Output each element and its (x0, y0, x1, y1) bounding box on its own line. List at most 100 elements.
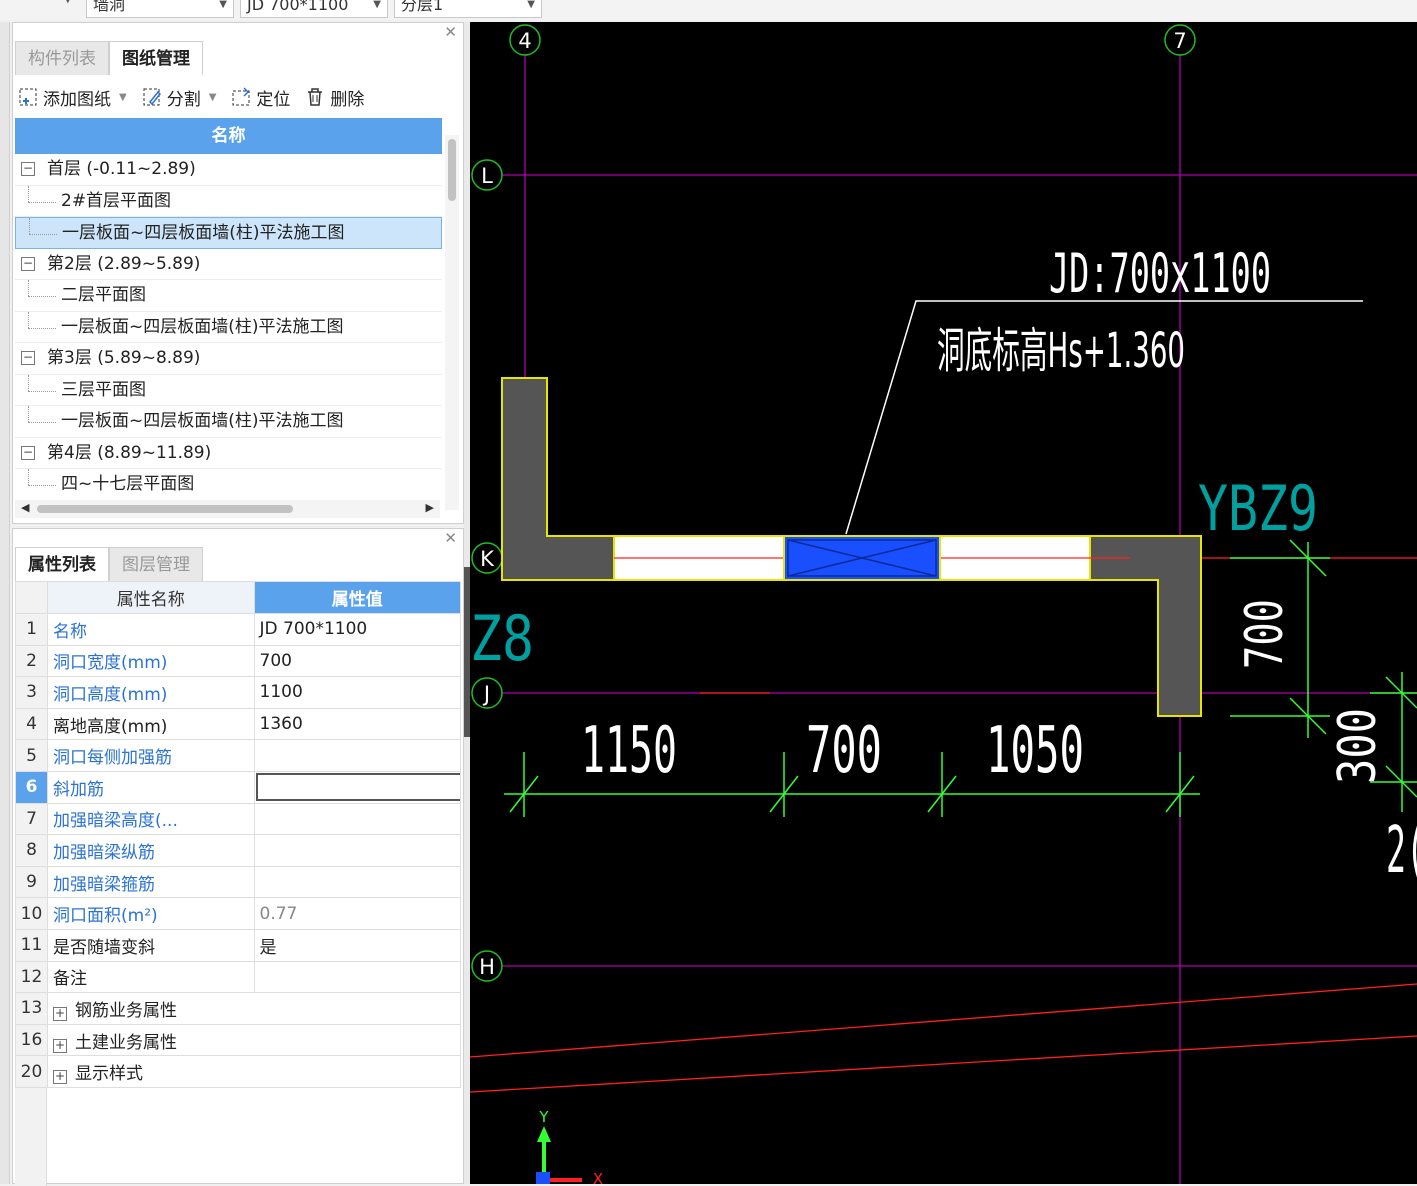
property-name-label: 斜加筋 (53, 779, 104, 800)
chevron-down-icon[interactable]: ▼ (119, 92, 127, 103)
property-row[interactable]: 11 是否随墙变斜 是 (15, 928, 461, 962)
tab-property-list[interactable]: 属性列表 (15, 547, 109, 581)
close-icon[interactable]: ✕ (444, 23, 457, 41)
property-name: 洞口每侧加强筋 (47, 739, 255, 772)
delete-button[interactable]: 删除 (304, 85, 364, 110)
tree-item-label: 首层 (-0.11~2.89) (47, 159, 196, 179)
red-line (470, 1035, 1417, 1093)
property-row[interactable]: 16 + 土建业务属性 (15, 1023, 461, 1057)
axis-label-L: L (481, 164, 493, 188)
property-value[interactable]: 1100 (253, 676, 461, 709)
property-name: + 显示样式 (47, 1055, 461, 1088)
vertical-scrollbar[interactable] (445, 135, 459, 510)
split-button[interactable]: 分割 ▼ (141, 85, 217, 110)
tree-item-label: 三层平面图 (61, 379, 146, 400)
tree-group-floor[interactable]: − 首层 (-0.11~2.89) (15, 154, 442, 186)
column-label-z8: Z8 (470, 602, 534, 675)
wall-opening[interactable] (783, 535, 941, 581)
property-value[interactable] (253, 739, 461, 772)
tree-item-drawing[interactable]: 一层板面~四层板面墙(柱)平法施工图 (15, 217, 442, 249)
locate-label: 定位 (256, 89, 291, 110)
property-row[interactable]: 9 加强暗梁箍筋 (15, 865, 461, 899)
tree-item-drawing[interactable]: 四~十七层平面图 (15, 469, 442, 500)
property-value[interactable]: 700 (253, 644, 461, 678)
left-wall-column[interactable] (501, 377, 615, 581)
chevron-down-icon[interactable]: ▼ (209, 92, 217, 103)
scroll-left-icon[interactable]: ◀ (21, 501, 29, 514)
component-name-select[interactable]: JD 700*1100 ▼ (240, 0, 388, 18)
property-name-label: 洞口宽度(mm) (53, 653, 168, 674)
tree-item-drawing[interactable]: 三层平面图 (15, 374, 442, 406)
property-name: 加强暗梁纵筋 (47, 834, 255, 867)
scrollbar-thumb[interactable] (37, 505, 293, 513)
scroll-right-icon[interactable]: ▶ (426, 501, 434, 514)
horizontal-scrollbar[interactable]: ◀ ▶ (15, 500, 440, 518)
property-name: 斜加筋 (47, 770, 255, 804)
axis-bubbles (471, 24, 1196, 982)
property-name-label: 加强暗梁纵筋 (53, 842, 155, 863)
property-value[interactable]: 1360 (253, 707, 461, 741)
close-icon[interactable]: ✕ (444, 529, 457, 547)
property-row[interactable]: 8 加强暗梁纵筋 (15, 834, 461, 867)
expand-icon[interactable]: + (53, 1006, 67, 1021)
property-value[interactable]: 0.77 (253, 897, 461, 930)
property-row[interactable]: 5 洞口每侧加强筋 (15, 739, 461, 772)
property-value[interactable]: 是 (253, 928, 461, 962)
drawing-toolbar: 添加图纸 ▼ 分割 ▼ 定位 删除 (17, 81, 378, 113)
ucs-y-arrow (537, 1126, 551, 1142)
property-name: + 土建业务属性 (47, 1023, 461, 1057)
cad-canvas[interactable]: 4 7 L K J H JD:700x1100 洞底标高Hs+1.360 YBZ… (470, 22, 1417, 1184)
tree-item-drawing[interactable]: 一层板面~四层板面墙(柱)平法施工图 (15, 311, 442, 343)
tab-component-list[interactable]: 构件列表 (15, 41, 109, 75)
property-row[interactable]: 4 离地高度(mm) 1360 (15, 707, 461, 741)
cad-drawing[interactable]: 4 7 L K J H JD:700x1100 洞底标高Hs+1.360 YBZ… (470, 22, 1417, 1184)
chevron-down-icon[interactable]: ▼ (64, 0, 72, 5)
scrollbar-thumb[interactable] (448, 139, 456, 201)
collapse-icon[interactable]: − (21, 351, 35, 365)
property-value[interactable] (253, 770, 461, 804)
locate-button[interactable]: 定位 (230, 85, 290, 110)
property-value[interactable]: JD 700*1100 (253, 613, 461, 646)
top-toolbar: ▼ 墙洞 ▼ JD 700*1100 ▼ 分层1 ▼ (0, 0, 1417, 20)
property-row[interactable]: 2 洞口宽度(mm) 700 (15, 644, 461, 678)
add-drawing-button[interactable]: 添加图纸 ▼ (17, 85, 127, 110)
property-value[interactable] (253, 802, 461, 836)
expand-icon[interactable]: + (53, 1070, 67, 1085)
tree-item-drawing[interactable]: 2#首层平面图 (15, 185, 442, 217)
property-value-input[interactable] (255, 773, 460, 802)
tree-group-floor[interactable]: − 第3层 (5.89~8.89) (15, 343, 442, 375)
property-name-label: 显示样式 (75, 1064, 143, 1085)
property-row[interactable]: 3 洞口高度(mm) 1100 (15, 676, 461, 709)
row-number: 13 (15, 992, 48, 1025)
expand-icon[interactable]: + (53, 1038, 67, 1053)
tab-layer-management[interactable]: 图层管理 (109, 547, 203, 581)
property-row[interactable]: 20 + 显示样式 (15, 1055, 461, 1088)
right-wall-column[interactable] (1089, 535, 1202, 717)
axis-label-K: K (480, 547, 495, 571)
property-row[interactable]: 10 洞口面积(m²) 0.77 (15, 897, 461, 930)
tab-drawing-management[interactable]: 图纸管理 (109, 41, 203, 75)
property-value[interactable] (253, 865, 461, 899)
row-number: 12 (15, 960, 48, 994)
property-row[interactable]: 13 + 钢筋业务属性 (15, 992, 461, 1025)
property-row[interactable]: 12 备注 (15, 960, 461, 994)
tree-group-floor[interactable]: − 第4层 (8.89~11.89) (15, 438, 442, 469)
chevron-down-icon: ▼ (527, 0, 535, 10)
ucs-origin (536, 1172, 550, 1184)
tree-item-drawing[interactable]: 二层平面图 (15, 280, 442, 312)
tree-item-drawing[interactable]: 一层板面~四层板面墙(柱)平法施工图 (15, 406, 442, 438)
tree-group-floor[interactable]: − 第2层 (2.89~5.89) (15, 249, 442, 280)
property-row[interactable]: 6 斜加筋 (15, 770, 461, 804)
component-type-select[interactable]: 墙洞 ▼ (86, 0, 234, 18)
property-row[interactable]: 1 名称 JD 700*1100 (15, 613, 461, 646)
property-value[interactable] (253, 834, 461, 867)
dim-text-700: 700 (806, 714, 882, 788)
collapse-icon[interactable]: − (21, 256, 35, 271)
property-value[interactable] (253, 960, 461, 994)
layer-select[interactable]: 分层1 ▼ (394, 0, 542, 18)
collapse-icon[interactable]: − (21, 445, 35, 460)
ucs-icon: Y X (536, 1108, 603, 1184)
property-row[interactable]: 7 加强暗梁高度(... (15, 802, 461, 836)
property-value-header: 属性值 (253, 581, 461, 614)
collapse-icon[interactable]: − (21, 162, 35, 176)
